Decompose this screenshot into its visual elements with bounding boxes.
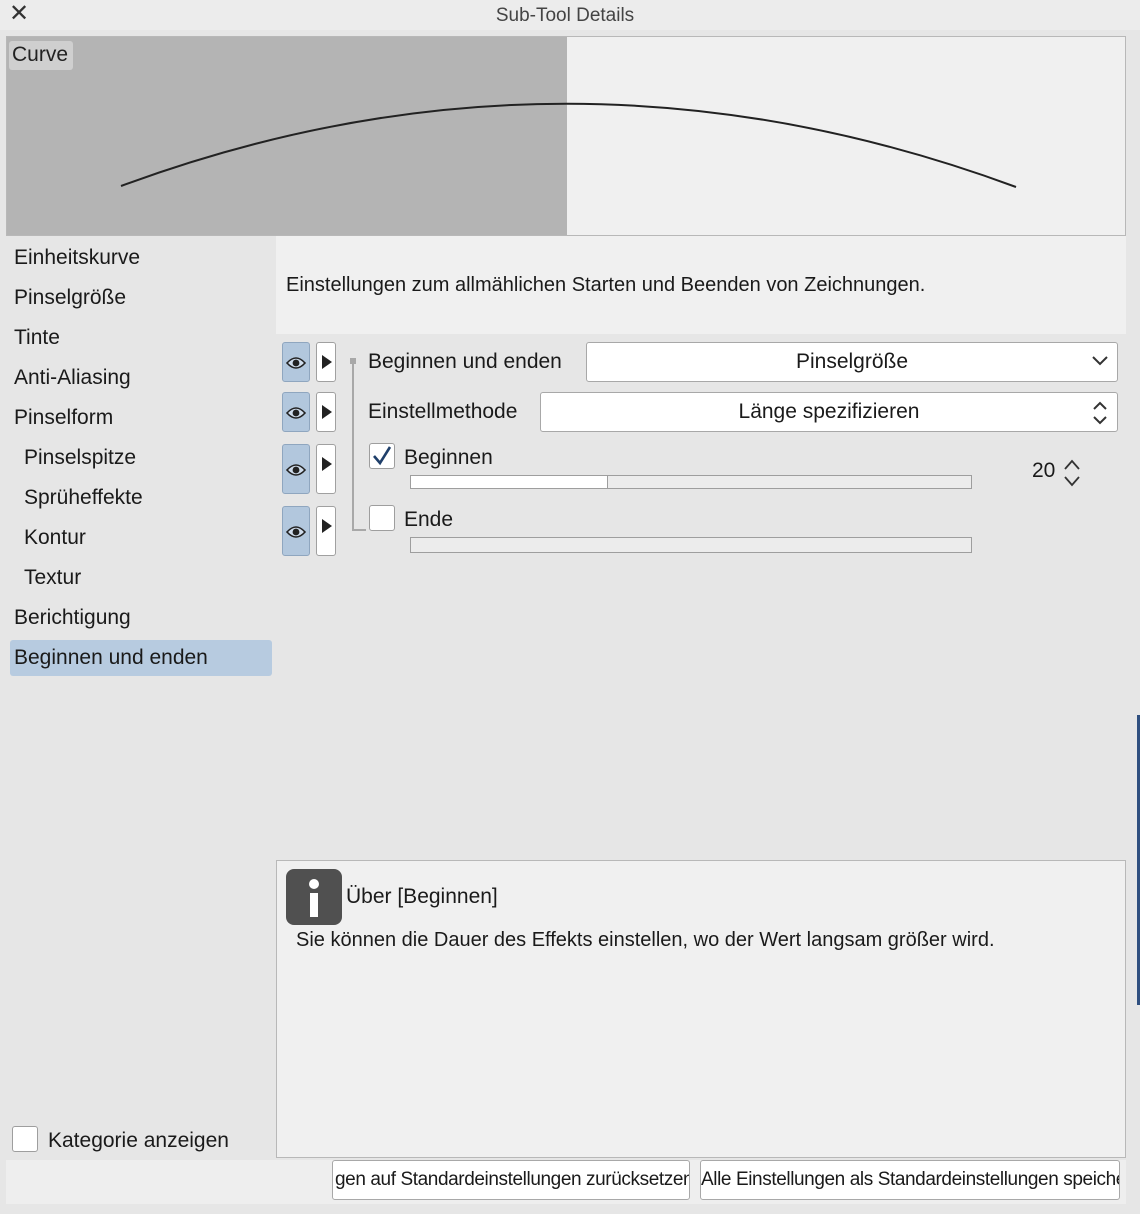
info-text: Sie können die Dauer des Effekts einstel… <box>296 929 995 951</box>
window-title: Sub-Tool Details <box>495 5 635 26</box>
info-panel: Über [Beginnen] Sie können die Dauer des… <box>276 860 1126 1158</box>
sidebar-item-textur[interactable]: Textur <box>10 560 272 596</box>
updown-icon <box>1093 401 1107 425</box>
method-select[interactable]: Länge spezifizieren <box>540 392 1118 432</box>
sidebar-item-pinselspitze[interactable]: Pinselspitze <box>10 440 272 476</box>
end-checkbox[interactable] <box>369 505 395 531</box>
info-icon <box>286 869 342 925</box>
visibility-toggle-begin[interactable] <box>282 444 310 494</box>
begin-value: 20 <box>1032 459 1056 482</box>
tree-branch <box>352 529 366 531</box>
visibility-toggle-start-end[interactable] <box>282 342 310 382</box>
begin-slider-fill <box>411 476 608 488</box>
description-text: Einstellungen zum allmählichen Starten u… <box>286 274 926 296</box>
expand-arrow-icon[interactable] <box>316 444 336 494</box>
sidebar-item-pinselform[interactable]: Pinselform <box>10 400 272 436</box>
expand-arrow-icon[interactable] <box>316 506 336 556</box>
checkmark-icon <box>373 446 392 466</box>
visibility-toggle-end[interactable] <box>282 506 310 556</box>
eye-icon <box>286 526 306 538</box>
method-label: Einstellmethode <box>368 400 518 423</box>
show-category-checkbox[interactable] <box>12 1126 38 1152</box>
description-panel: Einstellungen zum allmählichen Starten u… <box>276 236 1126 334</box>
sidebar-item-kontur[interactable]: Kontur <box>10 520 272 556</box>
expand-arrow-icon[interactable] <box>316 342 336 382</box>
title-bar: ✕ Sub-Tool Details <box>0 0 1140 30</box>
begin-label: Beginnen <box>404 446 493 469</box>
sidebar-item-sprueheffekte[interactable]: Sprüheffekte <box>10 480 272 516</box>
begin-slider[interactable] <box>410 475 972 489</box>
curve-line <box>120 102 1017 188</box>
reset-defaults-button[interactable]: gen auf Standardeinstellungen zurücksetz… <box>332 1160 690 1200</box>
category-sidebar: Einheitskurve Pinselgröße Tinte Anti-Ali… <box>6 236 276 1160</box>
sidebar-item-tinte[interactable]: Tinte <box>10 320 272 356</box>
visibility-toggle-method[interactable] <box>282 392 310 432</box>
tree-node <box>350 358 356 364</box>
start-end-value: Pinselgröße <box>795 350 909 373</box>
chevron-down-icon <box>1092 356 1108 366</box>
eye-icon <box>286 357 306 369</box>
method-value: Länge spezifizieren <box>738 400 920 423</box>
sidebar-item-anti-aliasing[interactable]: Anti-Aliasing <box>10 360 272 396</box>
info-title: Über [Beginnen] <box>346 885 498 908</box>
start-end-label: Beginnen und enden <box>368 350 562 373</box>
sidebar-item-berichtigung[interactable]: Berichtigung <box>10 600 272 636</box>
end-label: Ende <box>404 508 454 531</box>
curve-preview[interactable]: Curve <box>6 36 1126 236</box>
sidebar-item-pinselgroesse[interactable]: Pinselgröße <box>10 280 272 316</box>
updown-icon[interactable] <box>1062 458 1082 488</box>
expand-arrow-icon[interactable] <box>316 392 336 432</box>
show-category-label: Kategorie anzeigen <box>48 1129 229 1152</box>
start-end-dropdown[interactable]: Pinselgröße <box>586 342 1118 382</box>
end-slider[interactable] <box>410 537 972 553</box>
sidebar-item-beginnen-und-enden[interactable]: Beginnen und enden <box>10 640 272 676</box>
sidebar-item-einheitskurve[interactable]: Einheitskurve <box>10 240 272 276</box>
save-as-defaults-button[interactable]: Alle Einstellungen als Standardeinstellu… <box>700 1160 1120 1200</box>
tree-connector <box>352 362 354 530</box>
eye-icon <box>286 464 306 476</box>
curve-label: Curve <box>9 41 74 70</box>
begin-checkbox[interactable] <box>369 443 395 469</box>
eye-icon <box>286 407 306 419</box>
